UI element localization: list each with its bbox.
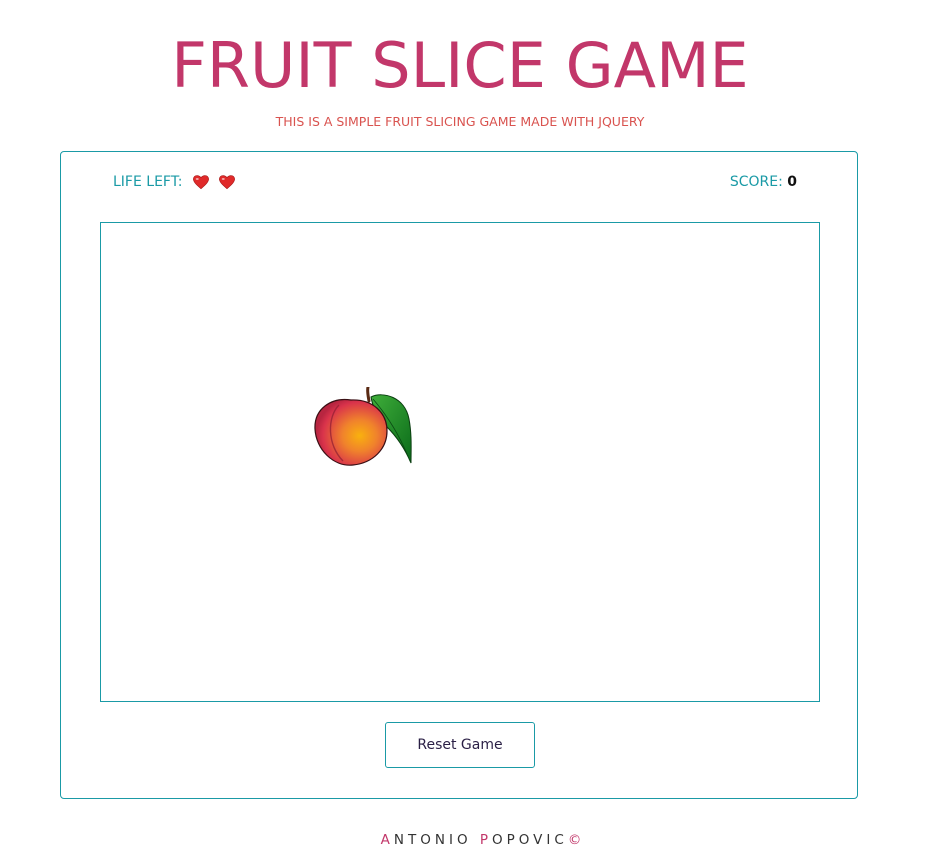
- reset-game-button[interactable]: Reset Game: [385, 722, 535, 768]
- game-container: LIFE LEFT: SCORE: 0 Reset Game: [60, 151, 858, 799]
- footer-last-initial: P: [479, 832, 493, 848]
- page-title: FRUIT SLICE GAME: [171, 29, 749, 102]
- score-label: SCORE:: [729, 174, 783, 190]
- score-display: SCORE: 0: [730, 172, 797, 192]
- page: FRUIT SLICE GAME THIS IS A SIMPLE FRUIT …: [0, 0, 926, 865]
- heart-icon: [192, 173, 210, 191]
- copyright-icon: ©: [567, 832, 586, 848]
- peach-icon[interactable]: [313, 385, 417, 469]
- footer-last-rest: OPOVIC: [492, 832, 568, 848]
- footer-credit: ANTONIO POPOVIC©: [0, 830, 926, 850]
- footer-first-initial: A: [380, 832, 394, 848]
- life-left: LIFE LEFT:: [113, 172, 244, 192]
- life-label: LIFE LEFT:: [113, 174, 183, 190]
- footer-first-rest: NTONIO: [393, 832, 480, 848]
- game-area[interactable]: [100, 222, 820, 702]
- score-value: 0: [787, 174, 797, 190]
- page-subtitle: THIS IS A SIMPLE FRUIT SLICING GAME MADE…: [275, 114, 645, 129]
- heart-icon: [218, 173, 236, 191]
